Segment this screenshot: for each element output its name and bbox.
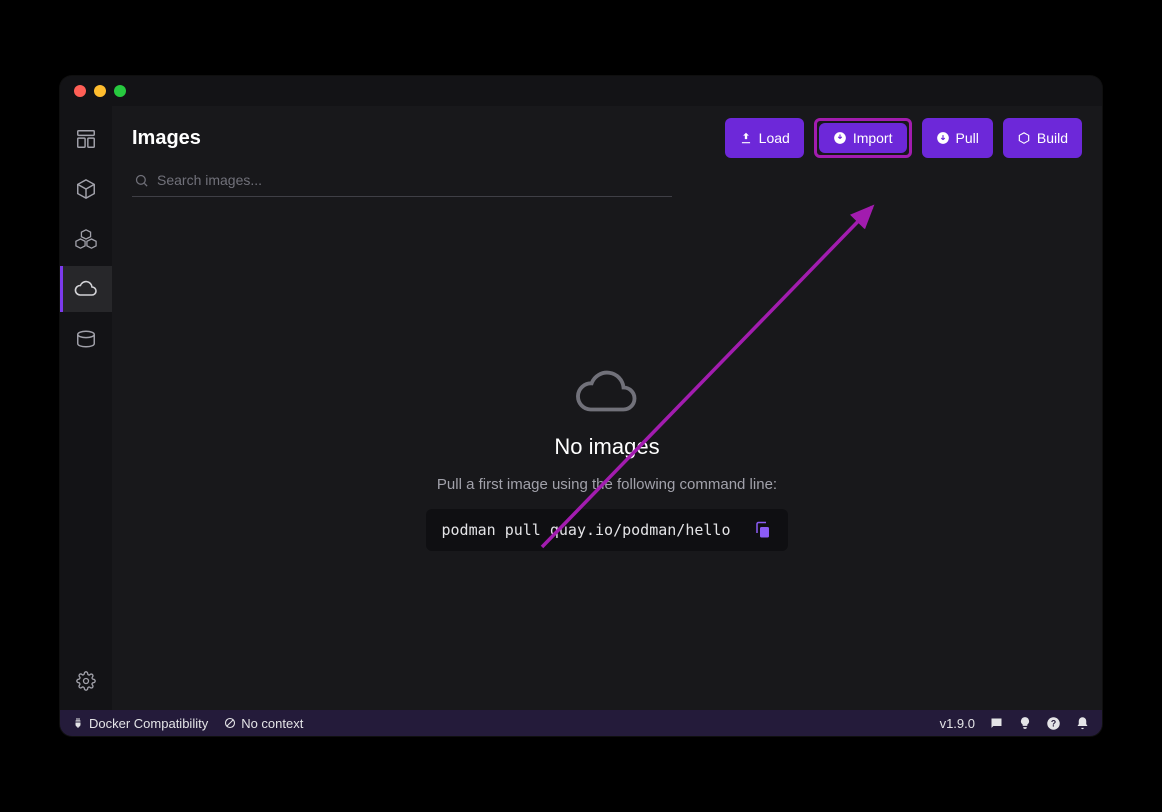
download-icon	[936, 131, 950, 145]
build-button[interactable]: Build	[1003, 118, 1082, 158]
sidebar-item-dashboard[interactable]	[60, 116, 112, 162]
status-context[interactable]: No context	[224, 716, 303, 731]
page-title: Images	[132, 127, 201, 150]
cubes-icon	[75, 228, 97, 250]
cloud-large-icon	[574, 368, 640, 418]
sidebar-item-volumes[interactable]	[60, 316, 112, 362]
help-icon[interactable]: ?	[1046, 716, 1061, 731]
sidebar	[60, 106, 112, 710]
plug-icon	[72, 717, 84, 729]
empty-state: No images Pull a first image using the f…	[112, 209, 1102, 710]
download-circle-icon	[833, 131, 847, 145]
bell-icon[interactable]	[1075, 716, 1090, 731]
search-row	[112, 162, 1102, 209]
close-window-button[interactable]	[74, 85, 86, 97]
command-block: podman pull quay.io/podman/hello	[426, 509, 789, 551]
main-content: Images Load Import	[112, 106, 1102, 710]
command-text: podman pull quay.io/podman/hello	[442, 521, 731, 539]
empty-subtitle: Pull a first image using the following c…	[437, 476, 777, 493]
database-icon	[75, 328, 97, 350]
pull-button[interactable]: Pull	[922, 118, 993, 158]
import-button-label: Import	[853, 130, 893, 146]
minimize-window-button[interactable]	[94, 85, 106, 97]
cloud-icon	[74, 277, 98, 301]
cube-icon	[75, 178, 97, 200]
chat-icon[interactable]	[989, 716, 1004, 731]
status-version: v1.9.0	[940, 716, 975, 731]
box-icon	[1017, 131, 1031, 145]
status-context-label: No context	[241, 716, 303, 731]
copy-button[interactable]	[754, 521, 772, 539]
search-wrap[interactable]	[132, 166, 672, 197]
app-window: Images Load Import	[60, 76, 1102, 736]
page-header: Images Load Import	[112, 106, 1102, 162]
upload-icon	[739, 131, 753, 145]
svg-text:?: ?	[1051, 718, 1056, 728]
empty-title: No images	[554, 434, 659, 460]
load-button-label: Load	[759, 130, 790, 146]
gear-icon	[76, 671, 96, 691]
sidebar-item-containers[interactable]	[60, 166, 112, 212]
statusbar: Docker Compatibility No context v1.9.0 ?	[60, 710, 1102, 736]
load-button[interactable]: Load	[725, 118, 804, 158]
search-input[interactable]	[157, 172, 670, 188]
build-button-label: Build	[1037, 130, 1068, 146]
window-body: Images Load Import	[60, 106, 1102, 710]
status-docker-label: Docker Compatibility	[89, 716, 208, 731]
pull-button-label: Pull	[956, 130, 979, 146]
header-actions: Load Import Pull	[725, 118, 1082, 158]
import-button[interactable]: Import	[819, 123, 907, 153]
search-icon	[134, 173, 149, 188]
titlebar	[60, 76, 1102, 106]
lightbulb-icon[interactable]	[1018, 716, 1032, 730]
sidebar-item-settings[interactable]	[60, 658, 112, 704]
sidebar-item-images[interactable]	[60, 266, 112, 312]
circle-slash-icon	[224, 717, 236, 729]
status-docker-compat[interactable]: Docker Compatibility	[72, 716, 208, 731]
maximize-window-button[interactable]	[114, 85, 126, 97]
sidebar-item-pods[interactable]	[60, 216, 112, 262]
import-highlight: Import	[814, 118, 912, 158]
dashboard-icon	[75, 128, 97, 150]
